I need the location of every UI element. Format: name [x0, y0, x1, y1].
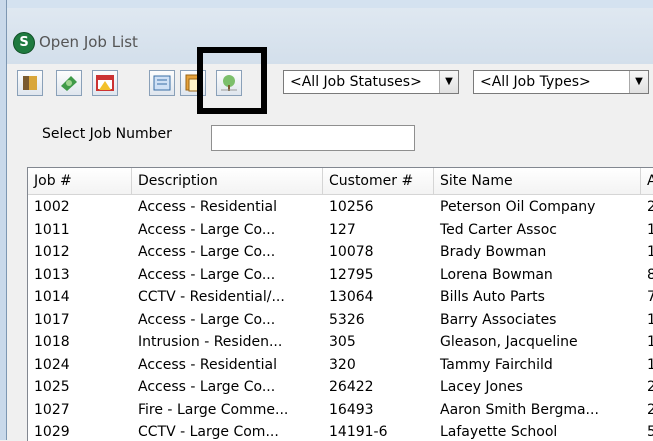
table-cell: Gleason, Jacqueline	[440, 334, 578, 350]
column-header-customer[interactable]: Customer #	[323, 168, 434, 195]
job-list-grid[interactable]: Job # Description Customer # Site Name A…	[27, 167, 653, 441]
table-cell: Ted Carter Assoc	[440, 221, 557, 238]
report-icon	[153, 75, 171, 91]
table-cell: Peterson Oil Company	[440, 199, 596, 215]
table-cell: 1029	[34, 424, 70, 440]
table-row[interactable]: 1013 Access - Large Co... 12795 Lorena Bowm…	[28, 264, 653, 287]
table-cell: Access - Large Co...	[138, 221, 276, 238]
table-cell: Lacey Jones	[440, 379, 523, 395]
table-row[interactable]: 1012 Access - Large Co... 10078 Brady Bowma…	[28, 241, 653, 264]
table-row[interactable]: 1024 Access - Residential 320 Tammy Fairchi…	[28, 354, 653, 377]
table-cell: Aaron Smith Bergma...	[440, 401, 599, 418]
table-cell: 127	[329, 221, 356, 238]
table-cell: 1	[641, 219, 653, 241]
chevron-down-icon: ▼	[629, 71, 648, 93]
table-row[interactable]: 1002 Access - Residential 10256 Peterson Oi…	[28, 196, 653, 219]
table-cell: 2	[641, 376, 653, 398]
highlight-annotation-box	[197, 47, 267, 114]
table-cell: 16493	[329, 401, 374, 418]
table-cell: 1027	[34, 401, 70, 418]
table-row[interactable]: 1029 CCTV - Large Com... 14191-6 Lafayette …	[28, 421, 653, 441]
table-cell: 5326	[329, 311, 365, 328]
calendar-alert-icon-button[interactable]	[92, 70, 118, 96]
table-cell: Brady Bowman	[440, 244, 547, 260]
money-icon	[61, 76, 77, 91]
table-cell: Access - Residential	[138, 199, 277, 215]
table-cell: 13064	[329, 289, 374, 305]
table-cell: Access - Large Co...	[138, 244, 276, 260]
app-logo-icon: S	[13, 32, 35, 54]
table-cell: 320	[329, 356, 356, 373]
table-cell: 12795	[329, 266, 374, 283]
column-header-description[interactable]: Description	[132, 168, 323, 195]
table-cell: 7	[641, 286, 653, 308]
table-row[interactable]: 1027 Fire - Large Comme... 16493 Aaron Smit…	[28, 399, 653, 422]
table-cell: 1002	[34, 199, 70, 215]
table-cell: CCTV - Residential/...	[138, 289, 285, 305]
job-number-input[interactable]	[211, 125, 415, 151]
table-cell: 1	[641, 354, 653, 376]
table-cell: Access - Residential	[138, 356, 277, 373]
table-cell: 305	[329, 334, 356, 350]
table-cell: Bills Auto Parts	[440, 289, 545, 305]
window-top-border	[0, 0, 653, 8]
table-cell: CCTV - Large Com...	[138, 424, 279, 440]
table-cell: 5	[641, 421, 653, 441]
table-cell: Barry Associates	[440, 311, 557, 328]
table-cell: 14191-6	[329, 424, 388, 440]
table-row[interactable]: 1011 Access - Large Co... 127 Ted Carter As…	[28, 219, 653, 242]
table-cell: Lafayette School	[440, 424, 558, 440]
book-icon	[23, 76, 37, 90]
column-header-address[interactable]: A	[641, 168, 653, 195]
table-cell: Access - Large Co...	[138, 266, 276, 283]
table-cell: 1014	[34, 289, 70, 305]
table-cell: Fire - Large Comme...	[138, 401, 289, 418]
table-row[interactable]: 1017 Access - Large Co... 5326 Barry Associ…	[28, 309, 653, 332]
table-cell: Intrusion - Residen...	[138, 334, 283, 350]
table-cell: 1013	[34, 266, 70, 283]
table-row[interactable]: 1014 CCTV - Residential/... 13064 Bills Aut…	[28, 286, 653, 309]
table-cell: 2	[641, 196, 653, 218]
calendar-alert-icon	[96, 75, 114, 91]
table-cell: 1	[641, 309, 653, 331]
table-cell: 10078	[329, 244, 374, 260]
table-cell: 1018	[34, 334, 70, 350]
table-cell: Access - Large Co...	[138, 311, 276, 328]
column-header-job[interactable]: Job #	[28, 168, 132, 195]
column-header-site-name[interactable]: Site Name	[434, 168, 641, 195]
table-cell: 1017	[34, 311, 70, 328]
money-icon-button[interactable]	[56, 70, 82, 96]
table-cell: 1024	[34, 356, 70, 373]
table-cell: 1	[641, 241, 653, 263]
job-type-dropdown[interactable]: <All Job Types> ▼	[473, 70, 649, 94]
window-left-border	[0, 0, 7, 440]
job-type-value: <All Job Types>	[480, 74, 591, 90]
table-cell: 10256	[329, 199, 374, 215]
table-cell: Lorena Bowman	[440, 266, 553, 283]
job-status-value: <All Job Statuses>	[290, 74, 422, 90]
job-status-dropdown[interactable]: <All Job Statuses> ▼	[283, 70, 459, 94]
select-job-label: Select Job Number	[42, 126, 172, 142]
table-cell: 2	[641, 399, 653, 421]
table-cell: Access - Large Co...	[138, 379, 276, 395]
book-icon-button[interactable]	[17, 70, 43, 96]
report-icon-button[interactable]	[149, 70, 175, 96]
table-row[interactable]: 1025 Access - Large Co... 26422 Lacey Jones…	[28, 376, 653, 399]
window-title: Open Job List	[39, 33, 138, 51]
table-cell: Tammy Fairchild	[440, 356, 553, 373]
table-cell: 1011	[34, 221, 70, 238]
table-cell: 1	[641, 331, 653, 353]
table-row[interactable]: 1018 Intrusion - Residen... 305 Gleason, Ja…	[28, 331, 653, 354]
table-cell: 8	[641, 264, 653, 286]
table-cell: 26422	[329, 379, 374, 395]
table-cell: 1025	[34, 379, 70, 395]
table-cell: 1012	[34, 244, 70, 260]
chevron-down-icon: ▼	[439, 71, 458, 93]
